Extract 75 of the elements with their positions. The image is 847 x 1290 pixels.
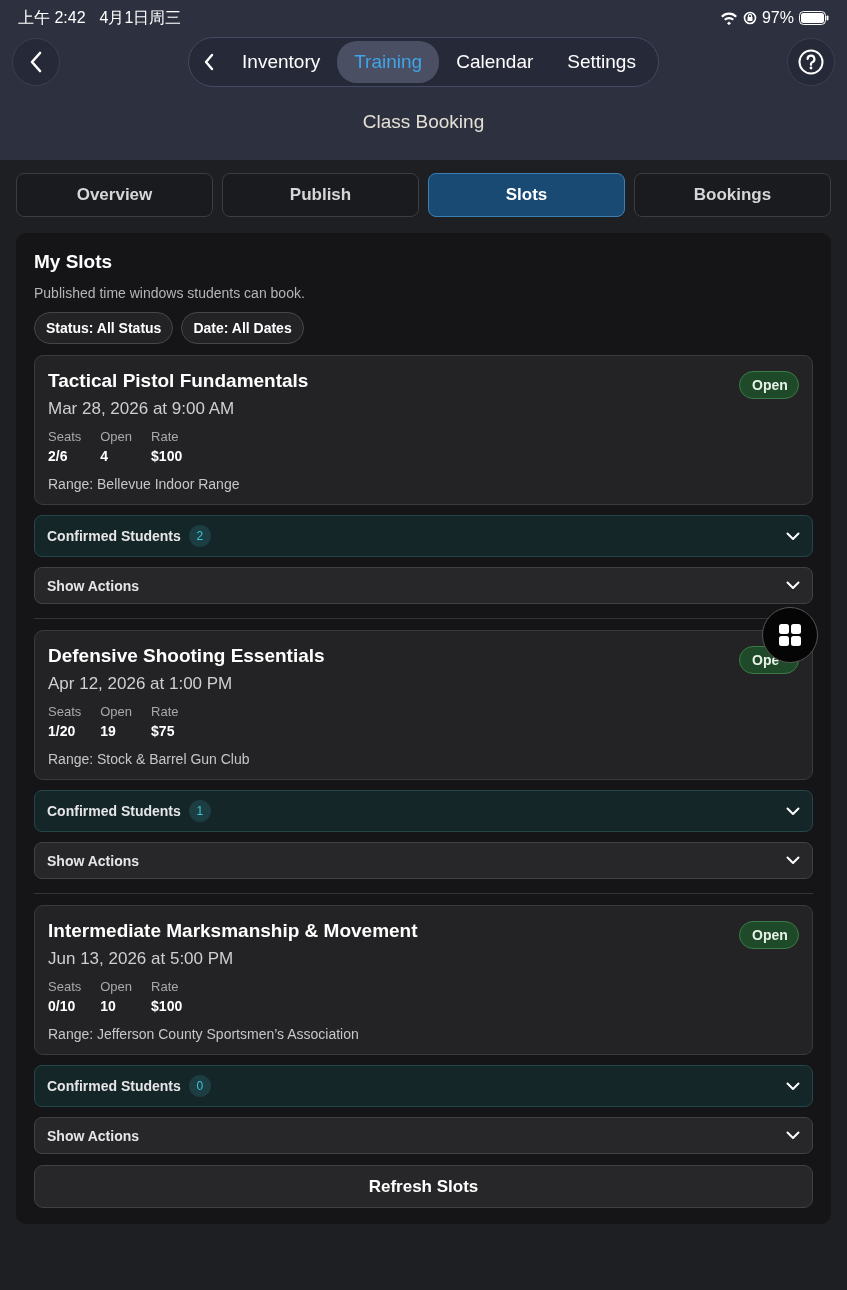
toggle-label: Confirmed Students	[47, 528, 181, 544]
slot-datetime: Jun 13, 2026 at 5:00 PM	[48, 949, 235, 969]
grid-icon	[779, 624, 801, 646]
show-actions-toggle[interactable]: Show Actions	[34, 842, 813, 879]
stat-value: $75	[151, 723, 176, 739]
rotation-lock-icon	[742, 11, 757, 25]
slot-datetime: Apr 12, 2026 at 1:00 PM	[48, 674, 234, 694]
battery-icon	[799, 11, 829, 25]
stat-label: Seats	[48, 979, 82, 994]
slot-datetime: Mar 28, 2026 at 9:00 AM	[48, 399, 236, 419]
stat-value: 2/6	[48, 448, 69, 464]
nav-tab[interactable]: Settings	[550, 41, 653, 83]
wifi-icon	[719, 11, 738, 25]
confirmed-students-toggle[interactable]: Confirmed Students 2	[34, 515, 813, 557]
count-badge: 1	[188, 800, 211, 822]
stat-value: $100	[151, 448, 183, 464]
back-button[interactable]	[12, 38, 60, 86]
status-badge: Open	[739, 921, 799, 949]
stat-value: 10	[100, 998, 117, 1014]
chevron-down-icon	[786, 581, 800, 590]
stat-label: Rate	[151, 979, 180, 994]
segment-tab[interactable]: Overview	[16, 173, 213, 217]
chevron-down-icon	[786, 806, 800, 816]
stat-label: Open	[100, 704, 133, 719]
stat-value: 4	[100, 448, 110, 464]
section-title: My Slots	[34, 251, 114, 273]
toggle-label: Show Actions	[47, 852, 140, 869]
status-time: 上午 2:42	[18, 7, 86, 28]
help-button[interactable]	[787, 38, 835, 86]
show-actions-toggle[interactable]: Show Actions	[34, 1117, 813, 1154]
chevron-down-icon	[786, 856, 800, 865]
range-text: Range: Jefferson County Sportsmen’s Association	[48, 1026, 360, 1042]
segment-tab[interactable]: Slots	[428, 173, 625, 217]
chevron-down-icon	[786, 1081, 800, 1091]
chevron-down-icon	[786, 531, 800, 541]
stat-label: Open	[100, 979, 133, 994]
toggle-label: Confirmed Students	[47, 1078, 181, 1094]
stat-label: Rate	[151, 704, 179, 719]
status-badge: Open	[739, 371, 799, 399]
page-title: Class Booking	[361, 111, 486, 133]
segment-tab[interactable]: Bookings	[634, 173, 831, 217]
slot-title: Intermediate Marksmanship & Movement	[48, 920, 418, 942]
nav-tab[interactable]: Calendar	[439, 41, 551, 83]
toggle-label: Show Actions	[47, 1127, 140, 1144]
status-date: 4月1日周三	[99, 7, 182, 28]
range-text: Range: Bellevue Indoor Range	[48, 476, 241, 492]
segment-tab[interactable]: Publish	[222, 173, 419, 217]
toggle-label: Show Actions	[47, 577, 140, 594]
slot-title: Tactical Pistol Fundamentals	[48, 370, 309, 392]
refresh-button[interactable]: Refresh Slots	[34, 1165, 813, 1208]
slot-title: Defensive Shooting Essentials	[48, 645, 325, 667]
count-badge: 2	[188, 525, 211, 547]
nav-tab[interactable]: Inventory	[225, 41, 338, 83]
stat-label: Seats	[48, 704, 82, 719]
stat-label: Seats	[48, 429, 82, 444]
chevron-down-icon	[786, 1131, 800, 1140]
filter-chip[interactable]: Date: All Dates	[181, 312, 304, 344]
confirmed-students-toggle[interactable]: Confirmed Students 1	[34, 790, 813, 832]
filter-chip[interactable]: Status: All Status	[34, 312, 174, 344]
stat-label: Rate	[151, 429, 180, 444]
count-badge: 0	[188, 1075, 211, 1097]
chevron-left-icon	[29, 51, 43, 73]
stat-label: Open	[100, 429, 133, 444]
stat-value: $100	[151, 998, 183, 1014]
chevron-left-icon	[204, 53, 215, 71]
confirmed-students-toggle[interactable]: Confirmed Students 0	[34, 1065, 813, 1107]
battery-percent: 97%	[761, 9, 794, 27]
range-text: Range: Stock & Barrel Gun Club	[48, 751, 251, 767]
stat-value: 1/20	[48, 723, 77, 739]
toggle-label: Confirmed Students	[47, 803, 181, 819]
show-actions-toggle[interactable]: Show Actions	[34, 567, 813, 604]
stat-value: 19	[100, 723, 117, 739]
stat-value: 0/10	[48, 998, 77, 1014]
section-subtitle: Published time windows students can book.	[34, 285, 306, 301]
help-icon	[798, 49, 824, 75]
